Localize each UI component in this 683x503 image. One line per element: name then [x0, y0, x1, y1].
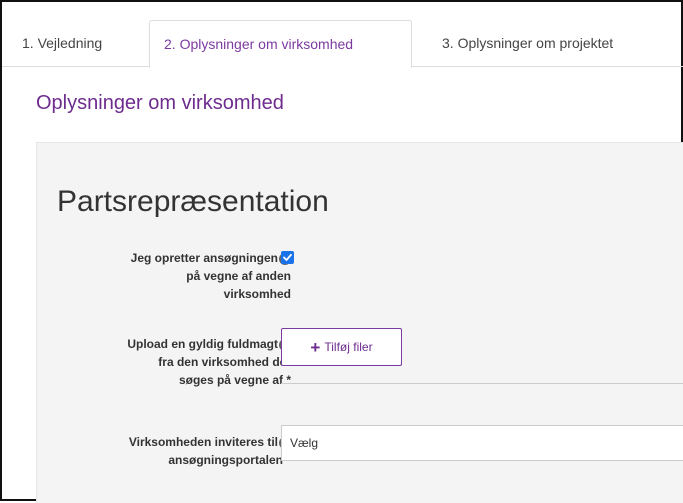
section-heading: Oplysninger om virksomhed — [36, 92, 284, 114]
plus-icon: + — [310, 338, 321, 357]
label-line: ansøgningsportalen * — [168, 453, 291, 467]
label-line: søges på vegne af * — [178, 373, 291, 387]
tab-vejledning[interactable]: 1. Vejledning — [12, 20, 112, 68]
panel-title: Partsrepræsentation — [57, 185, 329, 218]
label-line: fra den virksomhed der — [158, 355, 291, 369]
add-files-label: Tilføj filer — [324, 340, 373, 354]
tab-oplysninger-om-projektet[interactable]: 3. Oplysninger om projektet — [432, 20, 623, 68]
label-line: virksomhed — [223, 287, 291, 301]
tab-oplysninger-om-virksomhed[interactable]: 2. Oplysninger om virksomhed — [149, 20, 412, 68]
on-behalf-checkbox[interactable] — [281, 251, 294, 264]
divider — [281, 383, 683, 384]
invite-select[interactable]: Vælg — [281, 425, 683, 461]
label-line: på vegne af anden — [186, 269, 291, 283]
add-files-button[interactable]: + Tilføj filer — [281, 328, 402, 366]
check-icon — [283, 253, 292, 261]
window: 1. Vejledning 2. Oplysninger om virksomh… — [0, 0, 683, 503]
label-line: Virksomheden inviteres til — [128, 435, 278, 449]
label-line: Upload en gyldig fuldmagt — [127, 337, 278, 351]
field-label-on-behalf: Jeg opretter ansøgningen? på vegne af an… — [91, 249, 291, 303]
label-line: Jeg opretter ansøgningen — [130, 251, 278, 265]
field-label-power-of-attorney: Upload en gyldig fuldmagt? fra den virks… — [91, 335, 291, 389]
tab-bar: 1. Vejledning 2. Oplysninger om virksomh… — [2, 2, 683, 68]
field-label-invite: Virksomheden inviteres til? ansøgningspo… — [91, 433, 291, 469]
form-panel: Partsrepræsentation Jeg opretter ansøgni… — [36, 142, 683, 503]
